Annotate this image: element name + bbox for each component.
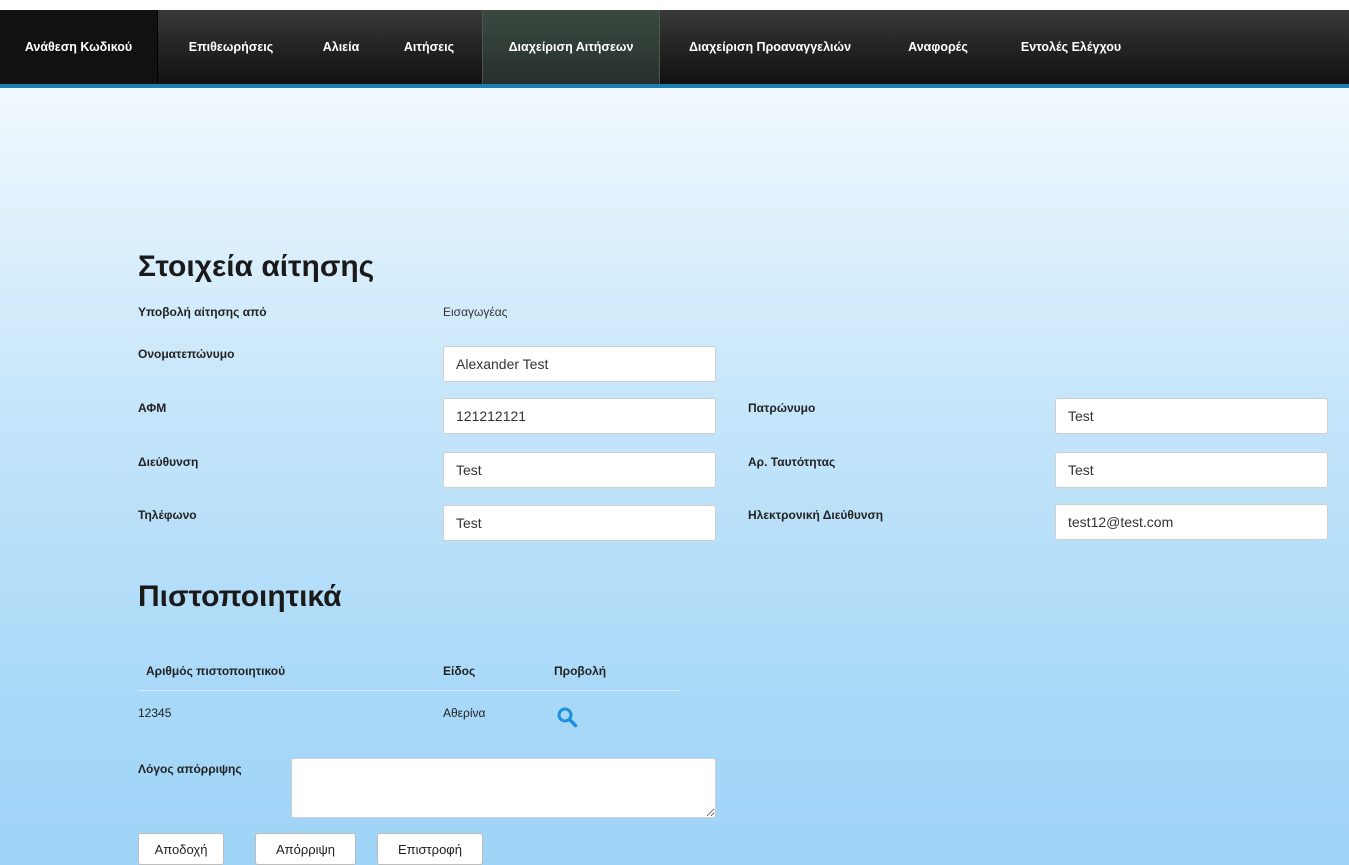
accept-button[interactable]: Αποδοχή	[138, 833, 224, 865]
id-number-input[interactable]: Test	[1055, 452, 1328, 488]
email-label: Ηλεκτρονική Διεύθυνση	[748, 508, 884, 522]
nav-item-fishing[interactable]: Αλιεία	[308, 10, 374, 84]
afm-label: ΑΦΜ	[138, 401, 167, 415]
certificates-title: Πιστοποιητικά	[138, 580, 342, 613]
application-details-title: Στοιχεία αίτησης	[138, 250, 375, 283]
top-navbar: Ανάθεση Κωδικού Επιθεωρήσεις Αλιεία Αιτή…	[0, 10, 1349, 88]
id-number-label: Αρ. Ταυτότητας	[748, 455, 836, 469]
nav-item-applications[interactable]: Αιτήσεις	[388, 10, 470, 84]
nav-item-application-management[interactable]: Διαχείριση Αιτήσεων	[482, 10, 660, 84]
reject-button[interactable]: Απόρριψη	[255, 833, 356, 865]
email-input[interactable]: test12@test.com	[1055, 504, 1328, 540]
submitted-by-value: Εισαγωγέας	[443, 305, 508, 319]
nav-item-reports[interactable]: Αναφορές	[888, 10, 988, 84]
search-icon[interactable]	[556, 706, 578, 728]
rejection-reason-textarea[interactable]	[291, 758, 716, 818]
fullname-input[interactable]: Alexander Test	[443, 346, 716, 382]
nav-item-inspection-orders[interactable]: Εντολές Ελέγχου	[998, 10, 1144, 84]
address-input[interactable]: Test	[443, 452, 716, 488]
nav-item-code-assignment[interactable]: Ανάθεση Κωδικού	[0, 10, 158, 84]
certificate-number-header: Αριθμός πιστοποιητικού	[146, 664, 286, 678]
patronymic-input[interactable]: Test	[1055, 398, 1328, 434]
table-divider	[138, 690, 680, 691]
afm-input[interactable]: 121212121	[443, 398, 716, 434]
certificate-type-cell: Αθερίνα	[443, 706, 486, 720]
back-button[interactable]: Επιστροφή	[377, 833, 483, 865]
phone-label: Τηλέφωνο	[138, 508, 197, 522]
certificate-number-cell: 12345	[138, 706, 172, 720]
fullname-label: Ονοματεπώνυμο	[138, 347, 235, 361]
submitted-by-label: Υποβολή αίτησης από	[138, 305, 267, 319]
phone-input[interactable]: Test	[443, 505, 716, 541]
nav-item-notification-management[interactable]: Διαχείριση Προαναγγελιών	[672, 10, 868, 84]
address-label: Διεύθυνση	[138, 455, 199, 469]
rejection-reason-label: Λόγος απόρριψης	[138, 762, 242, 776]
certificate-type-header: Είδος	[443, 664, 476, 678]
certificate-view-header: Προβολή	[554, 664, 607, 678]
patronymic-label: Πατρώνυμο	[748, 401, 816, 415]
nav-item-inspections[interactable]: Επιθεωρήσεις	[170, 10, 292, 84]
